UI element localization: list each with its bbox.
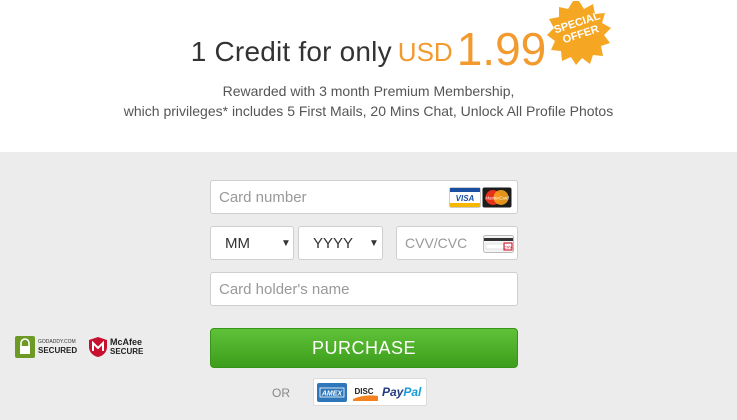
expiry-year-select[interactable]: YYYY ▼ <box>298 226 383 260</box>
purchase-button[interactable]: PURCHASE <box>210 328 518 368</box>
card-number-input[interactable]: Card number VISA MasterCard <box>210 180 518 214</box>
svg-text:AMEX: AMEX <box>321 391 344 398</box>
offer-subtitle-line1: Rewarded with 3 month Premium Membership… <box>222 83 515 99</box>
mcafee-line1: McAfee <box>110 337 143 347</box>
year-caret-icon: ▼ <box>369 238 379 249</box>
or-divider-label: OR <box>272 386 290 400</box>
price-currency: USD <box>397 37 453 67</box>
cvv-placeholder: CVV/CVC <box>405 235 468 251</box>
alt-payment-methods[interactable]: AMEX DISC PayPal <box>313 378 427 406</box>
mastercard-logo-icon: MasterCard <box>482 187 512 208</box>
offer-subtitle-line2: which privileges* includes 5 First Mails… <box>123 103 614 119</box>
discover-logo-icon[interactable]: DISC <box>351 383 379 402</box>
headline-prefix: 1 Credit for only <box>190 36 392 67</box>
godaddy-line2: SECURED <box>38 346 78 355</box>
cvv-card-icon: CVV <box>483 235 514 253</box>
price-amount: 1.99 <box>456 23 547 75</box>
offer-panel: 1 Credit for only USD1.99 SPECIAL OFFER R… <box>0 0 737 152</box>
mcafee-secure-seal: McAfee SECURE <box>88 336 148 358</box>
card-holder-placeholder: Card holder's name <box>219 281 350 298</box>
card-number-placeholder: Card number <box>219 189 307 206</box>
svg-text:VISA: VISA <box>456 194 475 203</box>
year-value: YYYY <box>313 235 354 252</box>
paypal-logo[interactable]: PayPal <box>382 385 421 399</box>
godaddy-line1: GODADDY.COM <box>38 339 76 345</box>
svg-text:CVV: CVV <box>504 245 513 250</box>
svg-text:DISC: DISC <box>354 387 373 396</box>
paypal-pal-text: Pal <box>403 385 422 399</box>
mcafee-line2: SECURE <box>110 347 144 356</box>
godaddy-lock-icon <box>15 336 35 358</box>
godaddy-secured-seal: GODADDY.COM SECURED <box>15 336 81 358</box>
card-holder-input[interactable]: Card holder's name <box>210 272 518 306</box>
offer-headline: 1 Credit for only USD1.99 <box>0 22 737 76</box>
month-caret-icon: ▼ <box>281 238 291 249</box>
month-value: MM <box>225 235 250 252</box>
cvv-input[interactable]: CVV/CVC CVV <box>396 226 518 260</box>
paypal-pay-text: Pay <box>382 385 404 399</box>
visa-logo-icon: VISA <box>449 187 481 208</box>
amex-logo-icon[interactable]: AMEX <box>317 383 347 402</box>
svg-text:MasterCard: MasterCard <box>485 196 509 201</box>
expiry-month-select[interactable]: MM ▼ <box>210 226 294 260</box>
mcafee-shield-icon <box>89 337 107 357</box>
